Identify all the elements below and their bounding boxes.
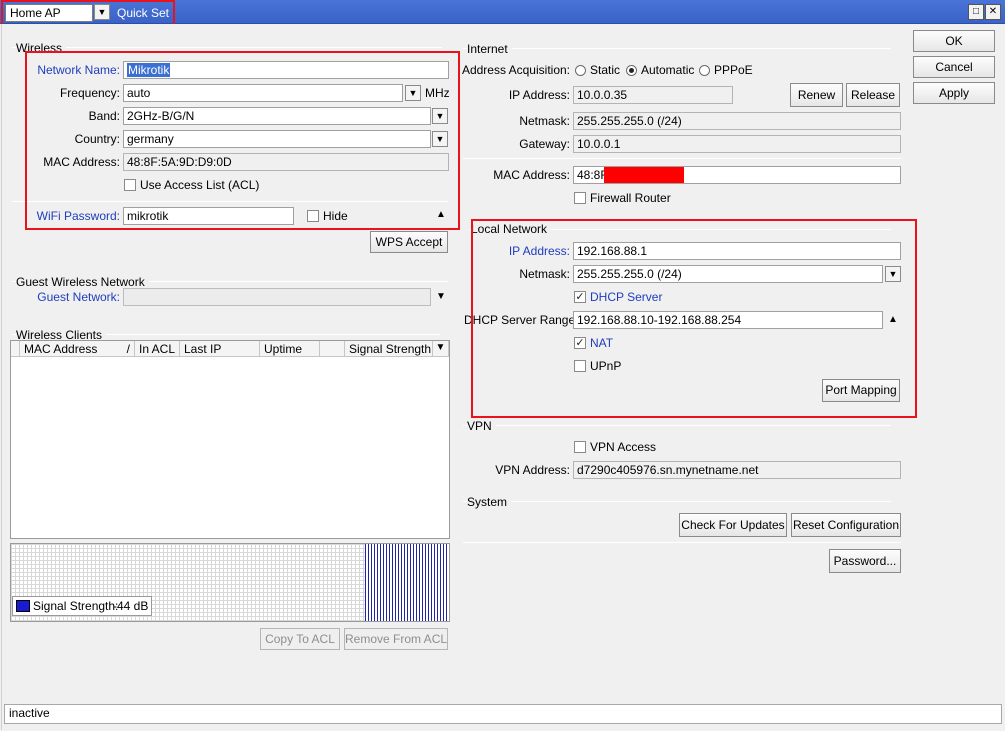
column-last-ip[interactable]: Last IP (180, 341, 260, 357)
system-bottom-separator (463, 542, 901, 543)
radio-pppoe-label: PPPoE (714, 63, 753, 77)
guest-section-title: Guest Wireless Network (16, 275, 149, 289)
internet-ip-label: IP Address: (508, 88, 570, 102)
gateway-field: 10.0.0.1 (573, 135, 901, 153)
password-button[interactable]: Password... (829, 549, 901, 573)
internet-separator (463, 48, 891, 49)
renew-button[interactable]: Renew (790, 83, 843, 107)
close-icon[interactable]: ✕ (985, 4, 1001, 20)
vpn-access-label: VPN Access (590, 440, 657, 454)
status-bar: inactive (4, 704, 1002, 724)
release-button[interactable]: Release (846, 83, 900, 107)
column-in-acl[interactable]: In ACL (135, 341, 180, 357)
radio-static-label: Static (590, 63, 621, 77)
vpn-address-label: VPN Address: (495, 463, 570, 477)
cancel-button[interactable]: Cancel (913, 56, 995, 78)
internet-mac-label: MAC Address: (493, 168, 570, 182)
signal-graph-bars (365, 544, 449, 621)
columns-dropdown-icon[interactable]: ▼ (433, 341, 449, 357)
column-blank (320, 341, 345, 357)
signal-legend-swatch (16, 600, 30, 612)
table-header-spacer (11, 341, 20, 357)
wireless-separator (12, 47, 442, 48)
firewall-router-label: Firewall Router (590, 191, 671, 205)
internet-netmask-field: 255.255.255.0 (/24) (573, 112, 901, 130)
gateway-label: Gateway: (519, 137, 570, 151)
remove-from-acl-button[interactable]: Remove From ACL (344, 628, 448, 650)
radio-pppoe[interactable] (699, 65, 710, 76)
clients-table[interactable] (10, 340, 450, 539)
maximize-icon[interactable]: □ (968, 4, 984, 20)
radio-static[interactable] (575, 65, 586, 76)
signal-legend-value: -44 dB (113, 599, 149, 613)
sort-icon: / (126, 342, 130, 356)
column-mac-address-label: MAC Address (24, 342, 98, 356)
guest-dropdown-icon[interactable]: ▼ (433, 290, 449, 304)
column-uptime[interactable]: Uptime (260, 341, 320, 357)
vpn-separator (463, 425, 891, 426)
check-for-updates-button[interactable]: Check For Updates (679, 513, 787, 537)
internet-ip-field: 10.0.0.35 (573, 86, 733, 104)
vpn-section-title: VPN (467, 419, 496, 433)
internet-netmask-label: Netmask: (519, 114, 570, 128)
apply-button[interactable]: Apply (913, 82, 995, 104)
column-mac-address[interactable]: MAC Address / (20, 341, 135, 357)
guest-network-label: Guest Network: (37, 290, 120, 304)
vpn-access-checkbox[interactable] (574, 441, 586, 453)
radio-automatic-label: Automatic (641, 63, 695, 77)
internet-section-title: Internet (467, 42, 512, 56)
column-signal-strength[interactable]: Signal Strength (345, 341, 433, 357)
internet-mac-separator (463, 158, 901, 159)
highlight-box-mode (1, 0, 175, 26)
redaction-block (604, 167, 684, 183)
guest-network-select[interactable] (123, 288, 431, 306)
vpn-address-field: d7290c405976.sn.mynetname.net (573, 461, 901, 479)
status-text: inactive (9, 706, 50, 720)
signal-legend-label: Signal Strength: (33, 599, 119, 613)
firewall-router-checkbox[interactable] (574, 192, 586, 204)
radio-automatic[interactable] (626, 65, 637, 76)
highlight-box-local-network (471, 219, 917, 418)
address-acquisition-label: Address Acquisition: (461, 63, 570, 77)
ok-button[interactable]: OK (913, 30, 995, 52)
copy-to-acl-button[interactable]: Copy To ACL (260, 628, 340, 650)
system-separator (463, 501, 891, 502)
system-section-title: System (467, 495, 512, 509)
highlight-box-wireless (25, 51, 460, 230)
reset-configuration-button[interactable]: Reset Configuration (791, 513, 901, 537)
wps-accept-button[interactable]: WPS Accept (370, 231, 448, 253)
